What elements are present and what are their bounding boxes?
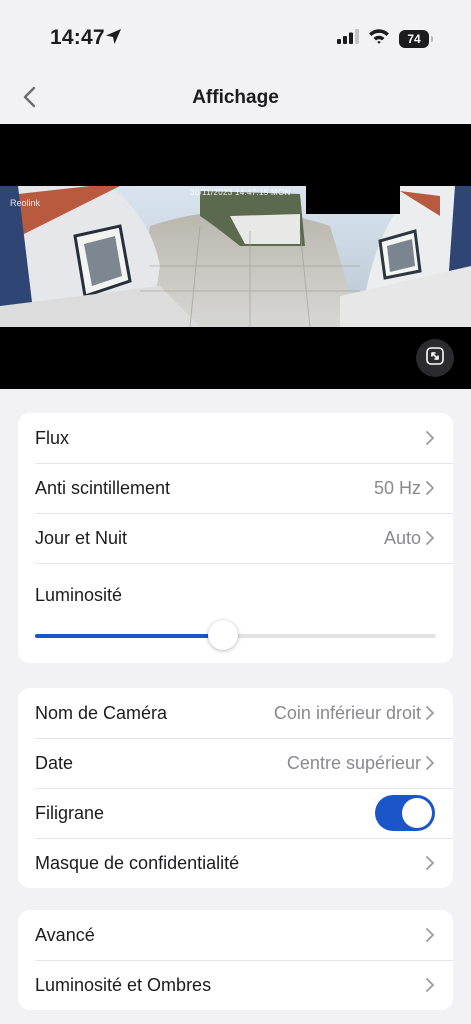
anti-flicker-row[interactable]: Anti scintillement 50 Hz [18, 463, 453, 513]
expand-icon [426, 346, 444, 370]
day-night-row[interactable]: Jour et Nuit Auto [18, 513, 453, 563]
privacy-mask-row[interactable]: Masque de confidentialité [18, 838, 453, 888]
fullscreen-button[interactable] [416, 339, 454, 377]
chevron-right-icon [425, 530, 435, 546]
camera-preview: Reolink 30/11/2023 14:47:15 MON [0, 124, 471, 389]
chevron-right-icon [425, 430, 435, 446]
brightness-slider[interactable] [35, 620, 436, 650]
display-settings-card: Flux Anti scintillement 50 Hz Jour et Nu… [18, 413, 453, 663]
chevron-right-icon [425, 927, 435, 943]
overlay-settings-card: Nom de Caméra Coin inférieur droit Date … [18, 688, 453, 888]
battery-icon: 74 [399, 29, 433, 48]
brightness-label: Luminosité [35, 585, 123, 605]
brightness-slider-thumb[interactable] [208, 620, 239, 650]
signal-icon [337, 28, 359, 49]
camera-name-label: Nom de Caméra [35, 702, 168, 723]
status-indicators: 74 [337, 28, 433, 49]
flux-row[interactable]: Flux [18, 413, 453, 463]
anti-flicker-value: 50 Hz [373, 477, 421, 498]
status-bar: 14:47 74 [0, 0, 471, 74]
chevron-right-icon [425, 705, 435, 721]
location-arrow-icon [105, 28, 122, 50]
brightness-slider-fill [35, 634, 224, 638]
light-shadows-row[interactable]: Luminosité et Ombres [18, 960, 453, 1010]
chevron-right-icon [425, 755, 435, 771]
advanced-label: Avancé [35, 924, 95, 945]
advanced-row[interactable]: Avancé [18, 910, 453, 960]
page-title: Affichage [192, 87, 279, 108]
day-night-value: Auto [383, 527, 421, 548]
camera-date-overlay: 30/11/2023 14:47:15 MON [190, 188, 291, 197]
status-time: 14:47 [50, 26, 105, 49]
privacy-mask-area [306, 186, 400, 214]
chevron-right-icon [425, 855, 435, 871]
watermark-toggle[interactable] [375, 795, 435, 831]
watermark-row: Filigrane [18, 788, 453, 838]
date-label: Date [35, 752, 74, 773]
navigation-bar: Affichage [0, 74, 471, 124]
privacy-mask-label: Masque de confidentialité [35, 852, 240, 873]
advanced-settings-card: Avancé Luminosité et Ombres [18, 910, 453, 1010]
light-shadows-label: Luminosité et Ombres [35, 974, 212, 995]
anti-flicker-label: Anti scintillement [35, 477, 171, 498]
battery-level: 74 [407, 31, 421, 46]
date-value: Centre supérieur [286, 752, 421, 773]
wifi-icon [368, 28, 390, 49]
toggle-knob [402, 798, 432, 828]
chevron-right-icon [425, 480, 435, 496]
chevron-right-icon [425, 977, 435, 993]
camera-image: Reolink 30/11/2023 14:47:15 MON [0, 186, 471, 327]
camera-name-row[interactable]: Nom de Caméra Coin inférieur droit [18, 688, 453, 738]
brightness-section: Luminosité [18, 563, 453, 663]
flux-label: Flux [35, 427, 70, 448]
watermark-label: Filigrane [35, 802, 105, 823]
camera-name-value: Coin inférieur droit [273, 702, 421, 723]
date-row[interactable]: Date Centre supérieur [18, 738, 453, 788]
camera-brand-watermark: Reolink [10, 198, 41, 208]
day-night-label: Jour et Nuit [35, 527, 128, 548]
